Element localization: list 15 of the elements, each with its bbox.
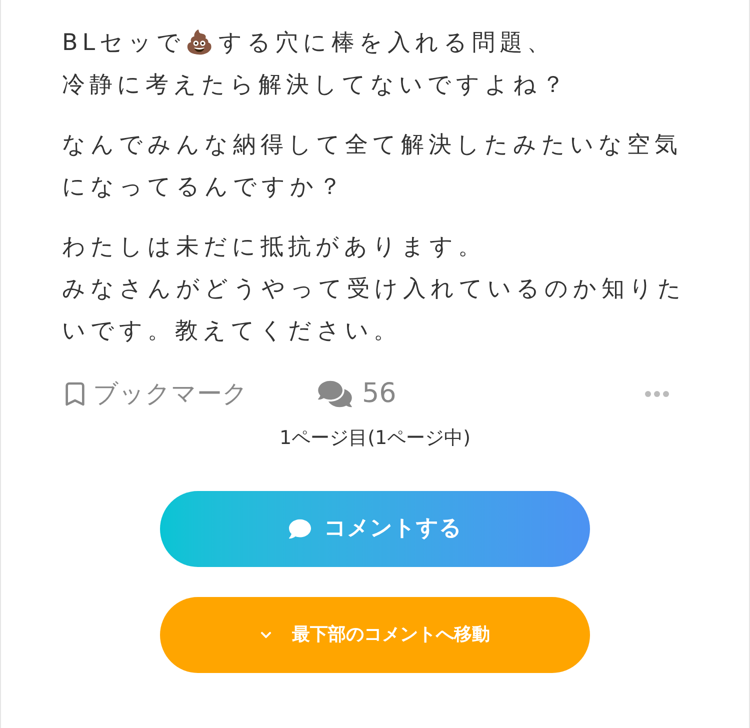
post-text-line: わたしは未だに抵抗があります。 — [62, 233, 486, 262]
comments-icon — [318, 379, 352, 409]
comment-button[interactable]: コメントする — [160, 490, 590, 566]
post-text-line: いです。教えてください。 — [62, 317, 402, 346]
post-text-line: BLセッで💩する穴に棒を入れる問題、 — [62, 28, 556, 58]
page-indicator: 1ページ目(1ページ中) — [279, 426, 470, 451]
post-text-line: になってるんですか？ — [62, 173, 347, 202]
comment-count-button[interactable]: 56 — [318, 374, 396, 414]
post-text-line: みなさんがどうやって受け入れているのか知りた — [62, 275, 687, 304]
more-icon[interactable] — [645, 391, 669, 397]
post-text-line: なんでみんな納得して全て解決したみたいな空気 — [62, 131, 683, 160]
bookmark-button[interactable]: ブックマーク — [61, 375, 248, 413]
post-text-line: 冷静に考えたら解決してないですよね？ — [62, 71, 570, 100]
jump-to-bottom-button[interactable]: 最下部のコメントへ移動 — [160, 596, 590, 672]
comment-icon — [288, 518, 312, 540]
